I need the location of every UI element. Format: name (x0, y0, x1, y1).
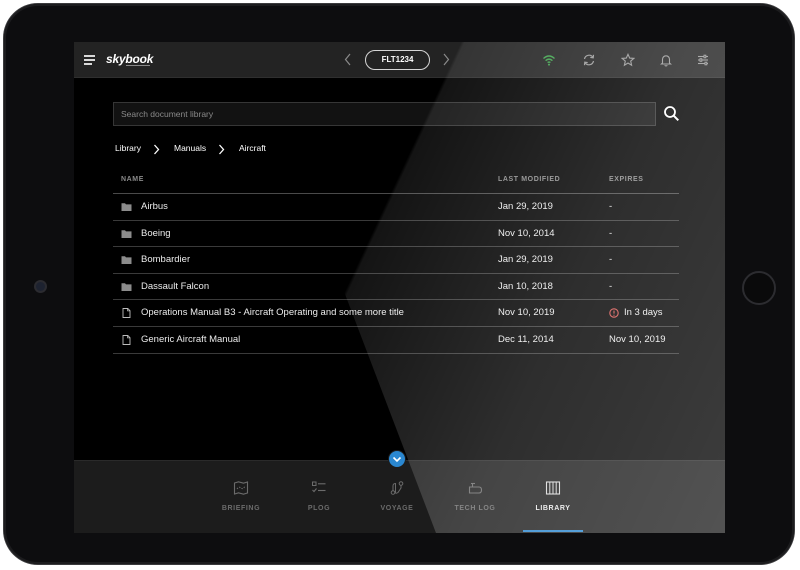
checklist-icon (312, 481, 326, 493)
settings-sliders-icon[interactable] (696, 53, 710, 67)
row-name: Generic Aircraft Manual (141, 333, 241, 345)
table-row[interactable]: Operations Manual B3 - Aircraft Operatin… (113, 300, 679, 327)
logo-underline (126, 65, 150, 66)
table-row[interactable]: Bombardier Jan 29, 2019 - (113, 247, 679, 274)
collapse-nav-button[interactable] (388, 450, 406, 468)
document-table: NAME LAST MODIFIED EXPIRES Airbus Jan 29… (113, 170, 679, 354)
table-row[interactable]: Boeing Nov 10, 2014 - (113, 221, 679, 248)
folder-icon (121, 282, 132, 291)
bell-icon[interactable] (659, 53, 673, 67)
table-header: NAME LAST MODIFIED EXPIRES (113, 170, 679, 194)
row-last-modified: Jan 29, 2019 (498, 201, 553, 212)
folder-icon (121, 203, 132, 211)
row-last-modified: Nov 10, 2019 (498, 307, 555, 319)
row-last-modified: Jan 29, 2019 (498, 254, 553, 266)
row-expires: - (609, 227, 613, 239)
row-name: Dassault Falcon (141, 280, 210, 292)
nav-label: LIBRARY (535, 505, 571, 512)
row-name: Bombardier (141, 254, 191, 266)
row-name: Airbus (141, 201, 168, 212)
document-icon (122, 308, 131, 319)
chevron-down-icon (392, 456, 401, 462)
app-screen: skybook FLT1234 Search document library … (74, 42, 725, 533)
star-icon[interactable] (621, 53, 635, 67)
table-row[interactable]: Airbus Jan 29, 2019 - (113, 194, 679, 221)
books-icon (545, 481, 561, 495)
nav-label: TECH LOG (454, 505, 496, 512)
nav-item-briefing[interactable]: BRIEFING (206, 461, 276, 533)
breadcrumb-manuals[interactable]: Manuals (174, 143, 206, 153)
map-icon (233, 481, 249, 495)
active-tab-indicator (523, 530, 583, 532)
app-logo: skybook (106, 52, 154, 66)
column-header-name[interactable]: NAME (121, 176, 144, 183)
engine-icon (468, 482, 483, 494)
nav-label: BRIEFING (221, 505, 261, 512)
column-header-expires[interactable]: EXPIRES (609, 176, 644, 183)
folder-icon (121, 229, 132, 238)
nav-label: VOYAGE (380, 505, 414, 512)
home-button[interactable] (742, 271, 776, 305)
row-last-modified: Nov 10, 2014 (498, 227, 555, 239)
row-last-modified: Dec 11, 2014 (498, 333, 554, 345)
tablet-frame: skybook FLT1234 Search document library … (4, 4, 794, 564)
menu-icon[interactable] (84, 55, 95, 65)
route-icon (390, 481, 404, 495)
row-expires: - (609, 280, 613, 292)
search-icon[interactable] (663, 105, 680, 122)
flight-selector[interactable]: FLT1234 (365, 50, 430, 70)
nav-item-library[interactable]: LIBRARY (518, 461, 588, 533)
warning-icon (609, 308, 619, 319)
row-last-modified: Jan 10, 2018 (498, 280, 553, 292)
row-expires: Nov 10, 2019 (609, 333, 666, 345)
chevron-right-icon (219, 144, 225, 155)
breadcrumb-library[interactable]: Library (115, 143, 141, 153)
chevron-left-icon[interactable] (344, 53, 352, 66)
nav-item-voyage[interactable]: VOYAGE (362, 461, 432, 533)
nav-item-plog[interactable]: PLOG (284, 461, 354, 533)
row-expires: - (609, 254, 613, 266)
table-row[interactable]: Generic Aircraft Manual Dec 11, 2014 Nov… (113, 327, 679, 354)
row-name: Operations Manual B3 - Aircraft Operatin… (141, 307, 404, 319)
chevron-right-icon (154, 144, 160, 155)
sync-icon[interactable] (582, 53, 596, 67)
search-input[interactable] (113, 102, 656, 126)
document-icon (122, 335, 131, 345)
chevron-right-icon[interactable] (442, 53, 450, 66)
row-expires: - (609, 201, 613, 212)
row-name: Boeing (141, 227, 171, 239)
table-row[interactable]: Dassault Falcon Jan 10, 2018 - (113, 274, 679, 301)
folder-icon (121, 256, 132, 265)
bottom-nav: BRIEFING PLOG VOYAGE TECH LOG LIBRARY (74, 460, 725, 533)
nav-label: PLOG (307, 505, 331, 512)
column-header-last-modified[interactable]: LAST MODIFIED (498, 176, 560, 183)
breadcrumb-aircraft[interactable]: Aircraft (239, 143, 266, 153)
nav-item-tech-log[interactable]: TECH LOG (440, 461, 510, 533)
top-bar: skybook FLT1234 (74, 42, 725, 78)
camera (36, 282, 45, 291)
row-expires: In 3 days (624, 307, 663, 319)
wifi-icon[interactable] (542, 53, 556, 67)
